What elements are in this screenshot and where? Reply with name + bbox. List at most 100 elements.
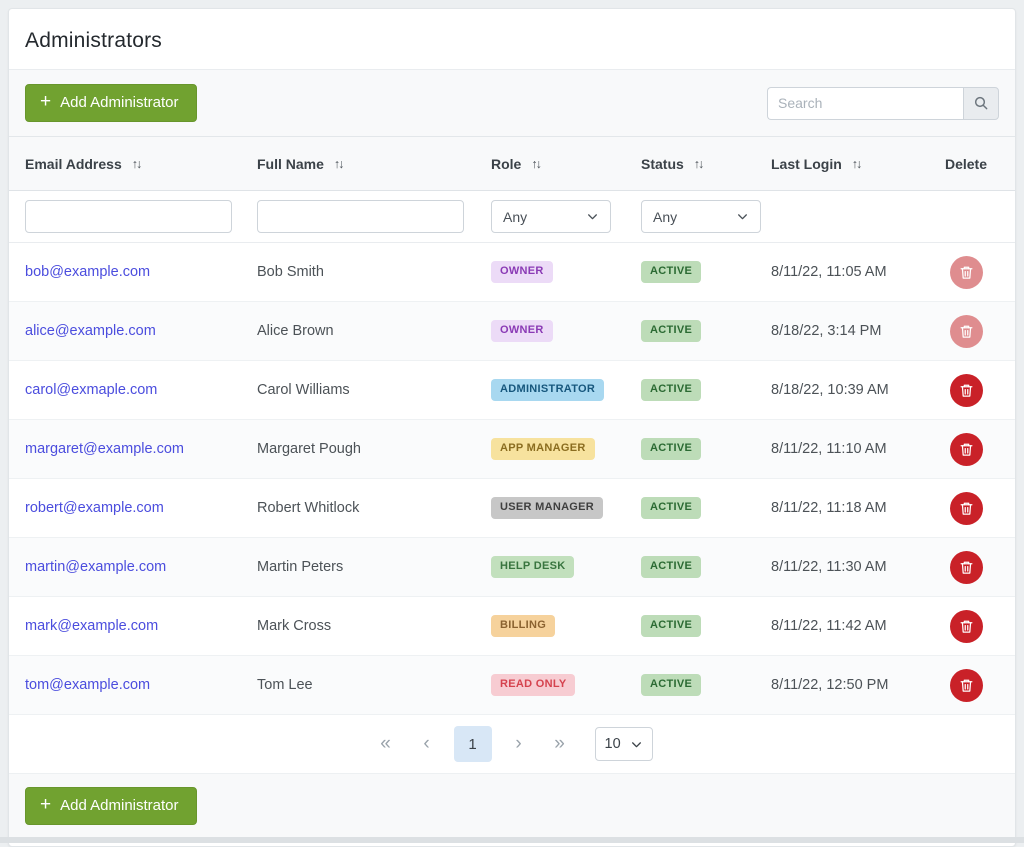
delete-button[interactable] [950, 256, 983, 289]
trash-icon [959, 501, 974, 516]
sort-icon[interactable]: ↑↓ [694, 157, 703, 171]
administrators-panel: Administrators + Add Administrator Email… [8, 8, 1016, 847]
last-login-text: 8/11/22, 11:18 AM [771, 500, 933, 516]
full-name-text: Tom Lee [257, 677, 491, 693]
add-administrator-button[interactable]: + Add Administrator [25, 84, 197, 122]
previous-page-button[interactable]: ‹ [413, 727, 441, 761]
column-header-email[interactable]: Email Address ↑↓ [25, 156, 257, 172]
status-filter-select[interactable]: Any [641, 200, 761, 233]
status-badge: ACTIVE [641, 379, 701, 401]
first-page-button[interactable]: « [372, 727, 400, 761]
full-name-text: Bob Smith [257, 264, 491, 280]
page-size-value: 10 [605, 736, 621, 752]
role-badge: OWNER [491, 261, 553, 283]
trash-icon [959, 324, 974, 339]
column-label: Role [491, 156, 521, 172]
page-size-select[interactable]: 10 [595, 727, 653, 761]
role-badge: OWNER [491, 320, 553, 342]
toolbar: + Add Administrator [9, 69, 1015, 137]
role-filter-select[interactable]: Any [491, 200, 611, 233]
email-link[interactable]: bob@example.com [25, 264, 150, 280]
delete-button[interactable] [950, 315, 983, 348]
table-row: bob@example.com Bob Smith OWNER ACTIVE 8… [9, 243, 1015, 302]
delete-button[interactable] [950, 551, 983, 584]
sort-icon[interactable]: ↑↓ [852, 157, 861, 171]
email-link[interactable]: alice@example.com [25, 323, 156, 339]
full-name-text: Mark Cross [257, 618, 491, 634]
status-filter-value: Any [653, 209, 677, 225]
trash-icon [959, 678, 974, 693]
column-header-delete: Delete [933, 156, 999, 172]
email-link[interactable]: margaret@example.com [25, 441, 184, 457]
footer-bar: + Add Administrator [9, 773, 1015, 838]
delete-button[interactable] [950, 610, 983, 643]
last-login-text: 8/18/22, 3:14 PM [771, 323, 933, 339]
sort-icon[interactable]: ↑↓ [132, 157, 141, 171]
email-link[interactable]: mark@example.com [25, 618, 158, 634]
table-row: mark@example.com Mark Cross BILLING ACTI… [9, 597, 1015, 656]
column-header-status[interactable]: Status ↑↓ [641, 156, 771, 172]
full-name-text: Margaret Pough [257, 441, 491, 457]
status-badge: ACTIVE [641, 261, 701, 283]
last-login-text: 8/11/22, 11:10 AM [771, 441, 933, 457]
email-link[interactable]: tom@example.com [25, 677, 150, 693]
last-login-text: 8/11/22, 11:05 AM [771, 264, 933, 280]
trash-icon [959, 619, 974, 634]
delete-button[interactable] [950, 433, 983, 466]
pagination: « ‹ 1 › » 10 [9, 715, 1015, 773]
column-label: Email Address [25, 156, 122, 172]
full-name-filter-input[interactable] [257, 200, 464, 233]
role-badge: HELP DESK [491, 556, 574, 578]
sort-icon[interactable]: ↑↓ [334, 157, 343, 171]
add-administrator-label: Add Administrator [60, 94, 178, 111]
filter-row: Any Any [9, 191, 1015, 243]
email-link[interactable]: robert@example.com [25, 500, 164, 516]
last-login-text: 8/11/22, 11:42 AM [771, 618, 933, 634]
add-administrator-button-footer[interactable]: + Add Administrator [25, 787, 197, 825]
column-label: Full Name [257, 156, 324, 172]
search-button[interactable] [963, 87, 999, 120]
table-header-row: Email Address ↑↓ Full Name ↑↓ Role ↑↓ St… [9, 137, 1015, 191]
full-name-text: Robert Whitlock [257, 500, 491, 516]
full-name-text: Alice Brown [257, 323, 491, 339]
email-link[interactable]: martin@example.com [25, 559, 166, 575]
column-header-role[interactable]: Role ↑↓ [491, 156, 641, 172]
search-icon [973, 95, 989, 111]
delete-button[interactable] [950, 669, 983, 702]
email-link[interactable]: carol@exmaple.com [25, 382, 157, 398]
plus-icon: + [40, 92, 51, 111]
last-login-text: 8/18/22, 10:39 AM [771, 382, 933, 398]
trash-icon [959, 442, 974, 457]
chevron-down-icon [630, 738, 643, 751]
table-row: alice@example.com Alice Brown OWNER ACTI… [9, 302, 1015, 361]
email-filter-input[interactable] [25, 200, 232, 233]
search-group [767, 87, 999, 120]
status-badge: ACTIVE [641, 438, 701, 460]
status-badge: ACTIVE [641, 497, 701, 519]
column-label: Last Login [771, 156, 842, 172]
last-login-text: 8/11/22, 12:50 PM [771, 677, 933, 693]
next-page-button[interactable]: › [505, 727, 533, 761]
role-badge: USER MANAGER [491, 497, 603, 519]
table-body: bob@example.com Bob Smith OWNER ACTIVE 8… [9, 243, 1015, 715]
delete-button[interactable] [950, 492, 983, 525]
search-input[interactable] [767, 87, 963, 120]
table-row: robert@example.com Robert Whitlock USER … [9, 479, 1015, 538]
full-name-text: Martin Peters [257, 559, 491, 575]
table-row: carol@exmaple.com Carol Williams ADMINIS… [9, 361, 1015, 420]
trash-icon [959, 383, 974, 398]
full-name-text: Carol Williams [257, 382, 491, 398]
add-administrator-label: Add Administrator [60, 797, 178, 814]
status-badge: ACTIVE [641, 674, 701, 696]
sort-icon[interactable]: ↑↓ [531, 157, 540, 171]
status-badge: ACTIVE [641, 556, 701, 578]
current-page-button[interactable]: 1 [454, 726, 492, 762]
title-bar: Administrators [9, 9, 1015, 69]
table-row: martin@example.com Martin Peters HELP DE… [9, 538, 1015, 597]
trash-icon [959, 265, 974, 280]
delete-button[interactable] [950, 374, 983, 407]
role-filter-value: Any [503, 209, 527, 225]
column-header-last-login[interactable]: Last Login ↑↓ [771, 156, 933, 172]
column-header-full-name[interactable]: Full Name ↑↓ [257, 156, 491, 172]
last-page-button[interactable]: » [546, 727, 574, 761]
